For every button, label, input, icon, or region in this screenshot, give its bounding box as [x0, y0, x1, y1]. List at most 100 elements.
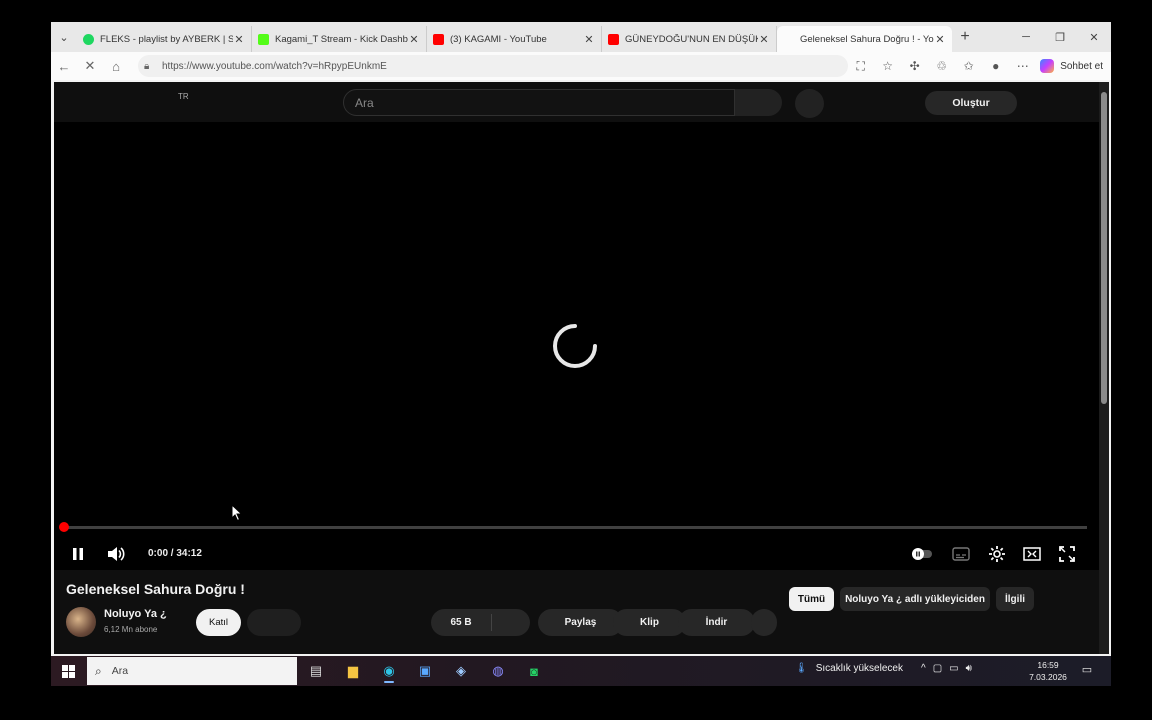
- settings-gear-icon[interactable]: [985, 542, 1009, 566]
- tab-actions-menu-icon[interactable]: ⌄: [51, 25, 77, 49]
- whatsapp-icon[interactable]: ◙: [519, 659, 549, 683]
- subscriber-count: 6,12 Mn abone: [104, 625, 158, 634]
- video-player[interactable]: 0:00 / 34:12: [54, 122, 1099, 570]
- pause-icon[interactable]: [66, 542, 90, 566]
- scrubber-handle[interactable]: [59, 522, 69, 532]
- youtube-favicon-icon: [433, 33, 444, 45]
- player-controls: 0:00 / 34:12: [54, 538, 1099, 570]
- youtube-header: TR Ara Oluştur: [54, 82, 1099, 122]
- thermometer-icon: 🌡︎: [795, 663, 808, 674]
- taskbar: ⌕ Ara ▤ ▆ ◉ ▣ ◈ ◍ ◙ 🌡︎ Sıcaklık yükselec…: [51, 656, 1111, 686]
- close-tab-icon[interactable]: ✕: [583, 33, 595, 46]
- notifications-icon[interactable]: ▭: [1079, 663, 1095, 679]
- tab-title: FLEKS - playlist by AYBERK | Spotif: [100, 33, 233, 45]
- clock-date: 7.03.2026: [1029, 672, 1067, 682]
- browser-essentials-icon[interactable]: ♲: [928, 59, 955, 73]
- tab-kick[interactable]: Kagami_T Stream - Kick Dashboard ✕: [252, 26, 427, 52]
- close-tab-icon[interactable]: ✕: [233, 33, 245, 46]
- copilot-icon: [1040, 59, 1055, 73]
- back-icon[interactable]: ←: [51, 53, 77, 79]
- channel-name[interactable]: Noluyo Ya ¿: [104, 608, 167, 620]
- chip-from-uploader[interactable]: Noluyo Ya ¿ adlı yükleyiciden: [840, 587, 990, 611]
- weather-widget[interactable]: 🌡︎ Sıcaklık yükselecek: [795, 663, 903, 674]
- profile-icon[interactable]: ●: [982, 59, 1009, 73]
- autoplay-toggle[interactable]: [910, 542, 934, 566]
- more-actions-button[interactable]: [751, 609, 777, 636]
- search-button[interactable]: [735, 89, 782, 116]
- search-input[interactable]: Ara: [343, 89, 735, 116]
- volume-icon[interactable]: [104, 542, 128, 566]
- channel-avatar[interactable]: [66, 607, 96, 637]
- close-tab-icon[interactable]: ✕: [758, 33, 770, 46]
- time-display: 0:00 / 34:12: [148, 548, 202, 559]
- video-info: Geleneksel Sahura Doğru ! Noluyo Ya ¿ 6,…: [54, 570, 1099, 654]
- subscribe-button-placeholder[interactable]: [247, 609, 301, 636]
- tab-youtube-guneydogu[interactable]: GÜNEYDOĞU'NUN EN DÜŞÜK PUA ✕: [602, 26, 777, 52]
- scrollbar-thumb[interactable]: [1101, 92, 1107, 404]
- chip-related[interactable]: İlgili: [996, 587, 1034, 611]
- translate-icon[interactable]: ⛶: [847, 59, 874, 74]
- clip-button[interactable]: Klip: [613, 609, 686, 636]
- steam-icon[interactable]: ◈: [446, 659, 476, 683]
- site-info-icon[interactable]: 🔒︎: [144, 61, 156, 72]
- tray-app-icon[interactable]: ▢: [933, 663, 942, 674]
- tab-title: Kagami_T Stream - Kick Dashboard: [275, 33, 408, 45]
- discord-icon[interactable]: ◍: [483, 659, 513, 683]
- page-scrollbar[interactable]: [1099, 82, 1109, 654]
- fullscreen-icon[interactable]: [1055, 542, 1079, 566]
- volume-tray-icon[interactable]: 🔊︎: [966, 663, 972, 674]
- youtube-page: TR Ara Oluştur 0:00 / 34:12 Geleneksel S…: [54, 82, 1109, 654]
- close-tab-icon[interactable]: ✕: [934, 33, 946, 46]
- taskbar-clock[interactable]: 16:59 7.03.2026: [1023, 659, 1073, 683]
- show-hidden-icons-icon[interactable]: ^: [921, 663, 926, 674]
- close-tab-icon[interactable]: ✕: [408, 33, 420, 46]
- close-window-icon[interactable]: ✕: [1077, 22, 1111, 52]
- tab-title: Geleneksel Sahura Doğru ! - YouT: [800, 33, 934, 45]
- restore-icon[interactable]: ❐: [1043, 22, 1077, 52]
- windows-start-icon[interactable]: [51, 656, 85, 686]
- copilot-button[interactable]: Sohbet et: [1036, 59, 1111, 73]
- home-icon[interactable]: ⌂: [103, 53, 129, 79]
- voice-search-button[interactable]: [795, 89, 824, 118]
- loading-favicon-icon: [783, 34, 794, 45]
- tray-network-icon[interactable]: ▭: [949, 663, 958, 674]
- tab-youtube-kagami[interactable]: (3) KAGAMI - YouTube ✕: [427, 26, 602, 52]
- youtube-favicon-icon: [608, 33, 619, 45]
- microsoft-store-icon[interactable]: ▣: [410, 659, 440, 683]
- clock-time: 16:59: [1037, 660, 1059, 670]
- share-button[interactable]: Paylaş: [538, 609, 623, 636]
- new-tab-button[interactable]: +: [952, 28, 978, 46]
- favorite-star-icon[interactable]: ☆: [874, 59, 901, 73]
- like-button[interactable]: 65 B: [431, 609, 530, 636]
- country-code: TR: [178, 92, 189, 101]
- tab-strip: ⌄ FLEKS - playlist by AYBERK | Spotif ✕ …: [51, 22, 1111, 52]
- browser-window: ⌄ FLEKS - playlist by AYBERK | Spotif ✕ …: [51, 22, 1111, 656]
- address-bar[interactable]: 🔒︎ https://www.youtube.com/watch?v=hRpyp…: [138, 55, 848, 77]
- screen: ⌄ FLEKS - playlist by AYBERK | Spotif ✕ …: [0, 0, 1152, 720]
- video-title: Geleneksel Sahura Doğru !: [66, 581, 245, 597]
- join-button[interactable]: Katıl: [196, 609, 241, 636]
- tab-youtube-active[interactable]: Geleneksel Sahura Doğru ! - YouT ✕: [777, 26, 952, 52]
- minimize-icon[interactable]: ─: [1009, 22, 1043, 52]
- edge-browser-icon[interactable]: ◉: [374, 659, 404, 683]
- loading-spinner-icon: [553, 324, 597, 368]
- favorites-icon[interactable]: ✩: [955, 59, 982, 73]
- task-view-icon[interactable]: ▤: [301, 659, 331, 683]
- like-count: 65 B: [450, 617, 472, 628]
- tab-spotify[interactable]: FLEKS - playlist by AYBERK | Spotif ✕: [77, 26, 252, 52]
- address-toolbar: ← ✕ ⌂ 🔒︎ https://www.youtube.com/watch?v…: [51, 52, 1111, 80]
- taskbar-search-placeholder: Ara: [111, 665, 129, 677]
- taskbar-search-input[interactable]: ⌕ Ara: [87, 657, 297, 685]
- weather-text: Sıcaklık yükselecek: [815, 663, 903, 674]
- download-button[interactable]: İndir: [678, 609, 755, 636]
- subtitles-icon[interactable]: [949, 542, 973, 566]
- chip-all[interactable]: Tümü: [789, 587, 834, 611]
- file-explorer-icon[interactable]: ▆: [338, 659, 368, 683]
- extensions-icon[interactable]: ✣: [901, 59, 928, 73]
- miniplayer-icon[interactable]: [1020, 542, 1044, 566]
- reload-stop-icon[interactable]: ✕: [77, 53, 103, 79]
- progress-bar[interactable]: [62, 526, 1087, 529]
- tab-title: (3) KAGAMI - YouTube: [450, 33, 547, 45]
- create-button[interactable]: Oluştur: [925, 91, 1017, 115]
- more-menu-icon[interactable]: ⋯: [1009, 59, 1036, 73]
